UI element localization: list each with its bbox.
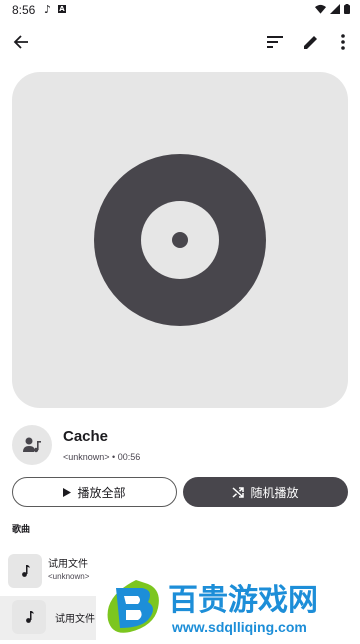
music-note-icon: ♪	[44, 3, 52, 16]
watermark-logo: 百贵游戏网 www.sdqlliqing.com	[107, 580, 318, 635]
song-title: 试用文件	[55, 614, 95, 625]
edit-pencil-icon	[304, 36, 317, 49]
music-note-icon	[25, 611, 34, 623]
disc-icon	[94, 154, 266, 326]
back-button[interactable]	[9, 30, 33, 54]
shuffle-label: 随机播放	[250, 485, 299, 500]
sort-button[interactable]	[263, 30, 287, 54]
playlist-title: Cache	[63, 428, 109, 445]
signal-icon	[330, 4, 340, 14]
playlist-artwork	[12, 72, 348, 408]
shuffle-button[interactable]: 随机播放	[183, 477, 348, 507]
more-vert-icon	[341, 34, 345, 50]
edit-button[interactable]	[299, 30, 323, 54]
sort-icon	[267, 36, 283, 48]
battery-icon	[344, 4, 350, 14]
status-time: 8:56	[12, 3, 36, 17]
song-title: 试用文件	[48, 559, 88, 570]
song-artist: <unknown>	[48, 572, 90, 581]
music-note-icon	[21, 565, 30, 577]
shuffle-icon	[232, 486, 245, 498]
a-badge-icon: A	[58, 5, 66, 13]
playlist-meta: <unknown> • 00:56	[63, 452, 141, 462]
back-arrow-icon	[13, 35, 28, 49]
watermark: 百贵游戏网 www.sdqlliqing.com	[96, 574, 360, 640]
svg-text:www.sdqlliqing.com: www.sdqlliqing.com	[171, 619, 307, 635]
toolbar	[0, 24, 360, 60]
svg-text:百贵游戏网: 百贵游戏网	[168, 583, 318, 618]
artist-music-icon	[23, 437, 41, 453]
play-all-label: 播放全部	[77, 485, 126, 500]
status-icons	[315, 4, 350, 14]
status-bar: 8:56 ♪ A	[0, 0, 360, 20]
avatar	[12, 425, 52, 465]
songs-section-label: 歌曲	[12, 525, 31, 535]
song-thumbnail	[8, 554, 42, 588]
play-all-button[interactable]: 播放全部	[12, 477, 177, 507]
play-icon	[63, 487, 72, 497]
wifi-icon	[315, 4, 326, 14]
more-options-button[interactable]	[331, 30, 355, 54]
song-thumbnail	[12, 600, 46, 634]
